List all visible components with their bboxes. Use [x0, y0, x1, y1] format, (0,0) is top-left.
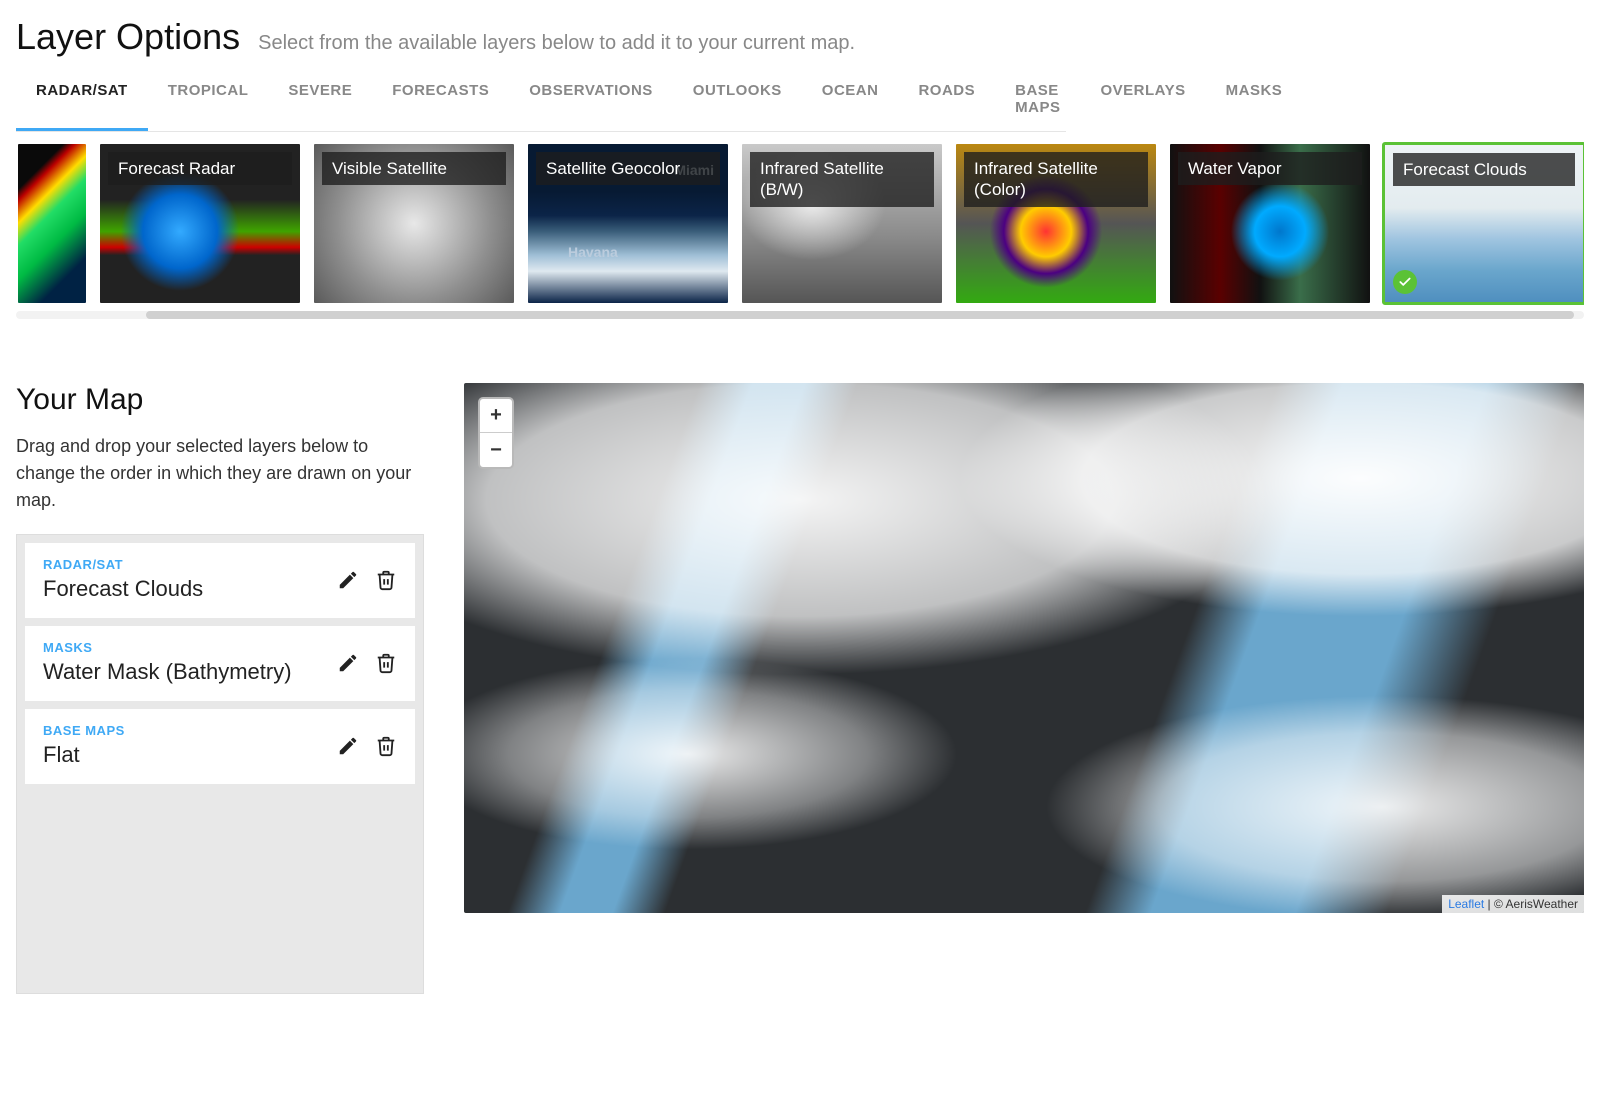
tab-radar-sat[interactable]: RADAR/SAT — [16, 70, 148, 131]
tab-tropical[interactable]: TROPICAL — [148, 70, 269, 131]
layer-card-label: Infrared Satellite (B/W) — [750, 152, 934, 207]
layer-card-forecast-radar[interactable]: Forecast Radar — [98, 142, 302, 305]
tab-forecasts[interactable]: FORECASTS — [372, 70, 509, 131]
selected-layer-item[interactable]: RADAR/SAT Forecast Clouds — [25, 543, 415, 618]
scrollbar-thumb[interactable] — [146, 311, 1574, 319]
layer-card-ir-color[interactable]: Infrared Satellite (Color) — [954, 142, 1158, 305]
trash-icon[interactable] — [375, 652, 397, 674]
layer-card-water-vapor[interactable]: Water Vapor — [1168, 142, 1372, 305]
layer-card-partial[interactable] — [16, 142, 88, 305]
layer-card-geocolor[interactable]: MiamiHavanaSatellite Geocolor — [526, 142, 730, 305]
page-subtitle: Select from the available layers below t… — [258, 32, 855, 55]
attribution-link[interactable]: Leaflet — [1448, 897, 1484, 911]
selected-layer-item[interactable]: MASKS Water Mask (Bathymetry) — [25, 626, 415, 701]
edit-icon[interactable] — [337, 569, 359, 591]
tab-outlooks[interactable]: OUTLOOKS — [673, 70, 802, 131]
layer-category-tabs: RADAR/SATTROPICALSEVEREFORECASTSOBSERVAT… — [16, 70, 1066, 132]
check-icon — [1393, 270, 1417, 294]
layer-item-category: MASKS — [43, 640, 292, 655]
zoom-out-button[interactable]: − — [480, 433, 512, 467]
layer-item-category: BASE MAPS — [43, 723, 125, 738]
page-title: Layer Options — [16, 16, 240, 58]
trash-icon[interactable] — [375, 569, 397, 591]
layer-card-forecast-clouds[interactable]: Forecast Clouds — [1382, 142, 1584, 305]
map-attribution: Leaflet | © AerisWeather — [1442, 895, 1584, 913]
layer-card-label: Forecast Clouds — [1393, 153, 1575, 186]
tab-overlays[interactable]: OVERLAYS — [1080, 70, 1205, 131]
layer-card-label: Visible Satellite — [322, 152, 506, 185]
edit-icon[interactable] — [337, 735, 359, 757]
attribution-text: | © AerisWeather — [1484, 897, 1578, 911]
tab-observations[interactable]: OBSERVATIONS — [509, 70, 673, 131]
tab-severe[interactable]: SEVERE — [268, 70, 372, 131]
layer-card-label: Infrared Satellite (Color) — [964, 152, 1148, 207]
your-map-description: Drag and drop your selected layers below… — [16, 433, 416, 514]
layer-card-label: Water Vapor — [1178, 152, 1362, 185]
zoom-control: + − — [478, 397, 514, 469]
map-preview[interactable]: + − Leaflet | © AerisWeather — [464, 383, 1584, 913]
layer-item-name: Water Mask (Bathymetry) — [43, 659, 292, 685]
layer-card-label: Satellite Geocolor — [536, 152, 720, 185]
layer-card-visible-sat[interactable]: Visible Satellite — [312, 142, 516, 305]
zoom-in-button[interactable]: + — [480, 399, 512, 433]
edit-icon[interactable] — [337, 652, 359, 674]
layer-strip-scrollbar[interactable] — [16, 311, 1584, 319]
tab-ocean[interactable]: OCEAN — [802, 70, 899, 131]
layer-item-name: Flat — [43, 742, 125, 768]
tab-masks[interactable]: MASKS — [1206, 70, 1303, 131]
trash-icon[interactable] — [375, 735, 397, 757]
layer-card-strip: Forecast RadarVisible SatelliteMiamiHava… — [16, 142, 1584, 305]
tab-base-maps[interactable]: BASE MAPS — [995, 70, 1080, 131]
layer-item-category: RADAR/SAT — [43, 557, 203, 572]
layer-thumbnail — [18, 144, 86, 303]
tab-roads[interactable]: ROADS — [898, 70, 995, 131]
city-label: Havana — [568, 244, 618, 260]
layer-card-label: Forecast Radar — [108, 152, 292, 185]
selected-layer-item[interactable]: BASE MAPS Flat — [25, 709, 415, 784]
your-map-title: Your Map — [16, 383, 424, 417]
layer-item-name: Forecast Clouds — [43, 576, 203, 602]
selected-layers-list[interactable]: RADAR/SAT Forecast Clouds MASKS Water Mask … — [16, 534, 424, 994]
layer-card-ir-bw[interactable]: Infrared Satellite (B/W) — [740, 142, 944, 305]
